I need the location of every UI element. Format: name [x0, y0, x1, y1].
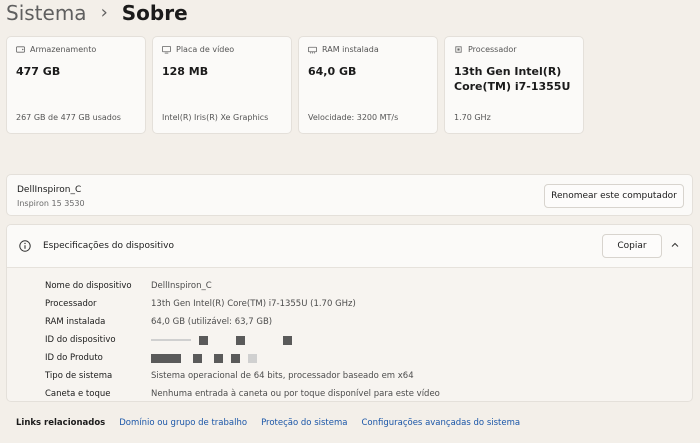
- gpu-icon: [162, 45, 171, 54]
- spec-row: Processador 13th Gen Intel(R) Core(TM) i…: [45, 295, 440, 313]
- device-name: DellInspiron_C: [17, 185, 82, 195]
- chevron-right-icon: ›: [100, 1, 108, 23]
- spec-key: ID do dispositivo: [45, 335, 116, 345]
- card-value: 13th Gen Intel(R) Core(TM) i7-1355U: [454, 65, 571, 93]
- summary-cards: Armazenamento 477 GB 267 GB de 477 GB us…: [6, 36, 584, 134]
- gpu-card: Placa de vídeo 128 MB Intel(R) Iris(R) X…: [152, 36, 292, 134]
- spec-row: ID do dispositivo: [45, 331, 440, 349]
- info-icon: [19, 240, 31, 252]
- link-advanced-system-settings[interactable]: Configurações avançadas do sistema: [361, 418, 520, 428]
- page-title: Sobre: [121, 1, 188, 25]
- cpu-icon: [455, 46, 462, 53]
- chevron-up-icon[interactable]: [670, 240, 680, 250]
- spec-row: Caneta e toque Nenhuma entrada à caneta …: [45, 385, 440, 401]
- device-name-panel: DellInspiron_C Inspiron 15 3530 Renomear…: [6, 174, 693, 216]
- device-model: Inspiron 15 3530: [17, 199, 85, 208]
- card-value: 477 GB: [16, 65, 61, 78]
- card-label: Armazenamento: [30, 45, 97, 54]
- storage-card: Armazenamento 477 GB 267 GB de 477 GB us…: [6, 36, 146, 134]
- spec-key: Processador: [45, 299, 97, 309]
- card-value: 128 MB: [162, 65, 209, 78]
- spec-key: Nome do dispositivo: [45, 281, 132, 291]
- copy-button[interactable]: Copiar: [602, 234, 662, 258]
- card-sub: Intel(R) Iris(R) Xe Graphics: [162, 113, 269, 122]
- related-links-label: Links relacionados: [16, 418, 106, 428]
- specs-list: Nome do dispositivo DellInspiron_C Proce…: [45, 277, 440, 401]
- card-value: 64,0 GB: [308, 65, 357, 78]
- spec-value: Sistema operacional de 64 bits, processa…: [151, 371, 414, 381]
- spec-key: Caneta e toque: [45, 389, 111, 399]
- device-specs-panel: Especificações do dispositivo Copiar Nom…: [6, 224, 693, 402]
- spec-row: Tipo de sistema Sistema operacional de 6…: [45, 367, 440, 385]
- storage-icon: [16, 46, 25, 53]
- card-sub: 267 GB de 477 GB usados: [16, 113, 121, 122]
- link-system-protection[interactable]: Proteção do sistema: [261, 418, 347, 428]
- card-label: Processador: [468, 45, 517, 54]
- link-domain-workgroup[interactable]: Domínio ou grupo de trabalho: [119, 418, 247, 428]
- spec-value: Nenhuma entrada à caneta ou por toque di…: [151, 389, 440, 399]
- rename-computer-button[interactable]: Renomear este computador: [544, 184, 684, 208]
- ram-card: RAM instalada 64,0 GB Velocidade: 3200 M…: [298, 36, 438, 134]
- spec-row: ID do Produto: [45, 349, 440, 367]
- spec-value: 13th Gen Intel(R) Core(TM) i7-1355U (1.7…: [151, 299, 356, 309]
- spec-value: DellInspiron_C: [151, 281, 212, 291]
- spec-row: RAM instalada 64,0 GB (utilizável: 63,7 …: [45, 313, 440, 331]
- card-sub: Velocidade: 3200 MT/s: [308, 113, 399, 122]
- spec-value: 64,0 GB (utilizável: 63,7 GB): [151, 317, 273, 327]
- card-label: RAM instalada: [322, 45, 379, 54]
- spec-key: ID do Produto: [45, 353, 103, 363]
- spec-key: RAM instalada: [45, 317, 106, 327]
- related-links: Links relacionados Domínio ou grupo de t…: [16, 418, 520, 428]
- ram-icon: [308, 46, 317, 54]
- specs-title: Especificações do dispositivo: [43, 241, 175, 251]
- breadcrumb: Sistema › Sobre: [6, 0, 188, 26]
- redacted-value: [151, 335, 292, 345]
- spec-row: Nome do dispositivo DellInspiron_C: [45, 277, 440, 295]
- specs-header[interactable]: Especificações do dispositivo Copiar: [7, 225, 692, 268]
- cpu-card: Processador 13th Gen Intel(R) Core(TM) i…: [444, 36, 584, 134]
- breadcrumb-parent[interactable]: Sistema: [6, 1, 87, 25]
- spec-key: Tipo de sistema: [45, 371, 113, 381]
- card-label: Placa de vídeo: [176, 45, 235, 54]
- redacted-value: [151, 353, 257, 363]
- card-sub: 1.70 GHz: [454, 113, 491, 122]
